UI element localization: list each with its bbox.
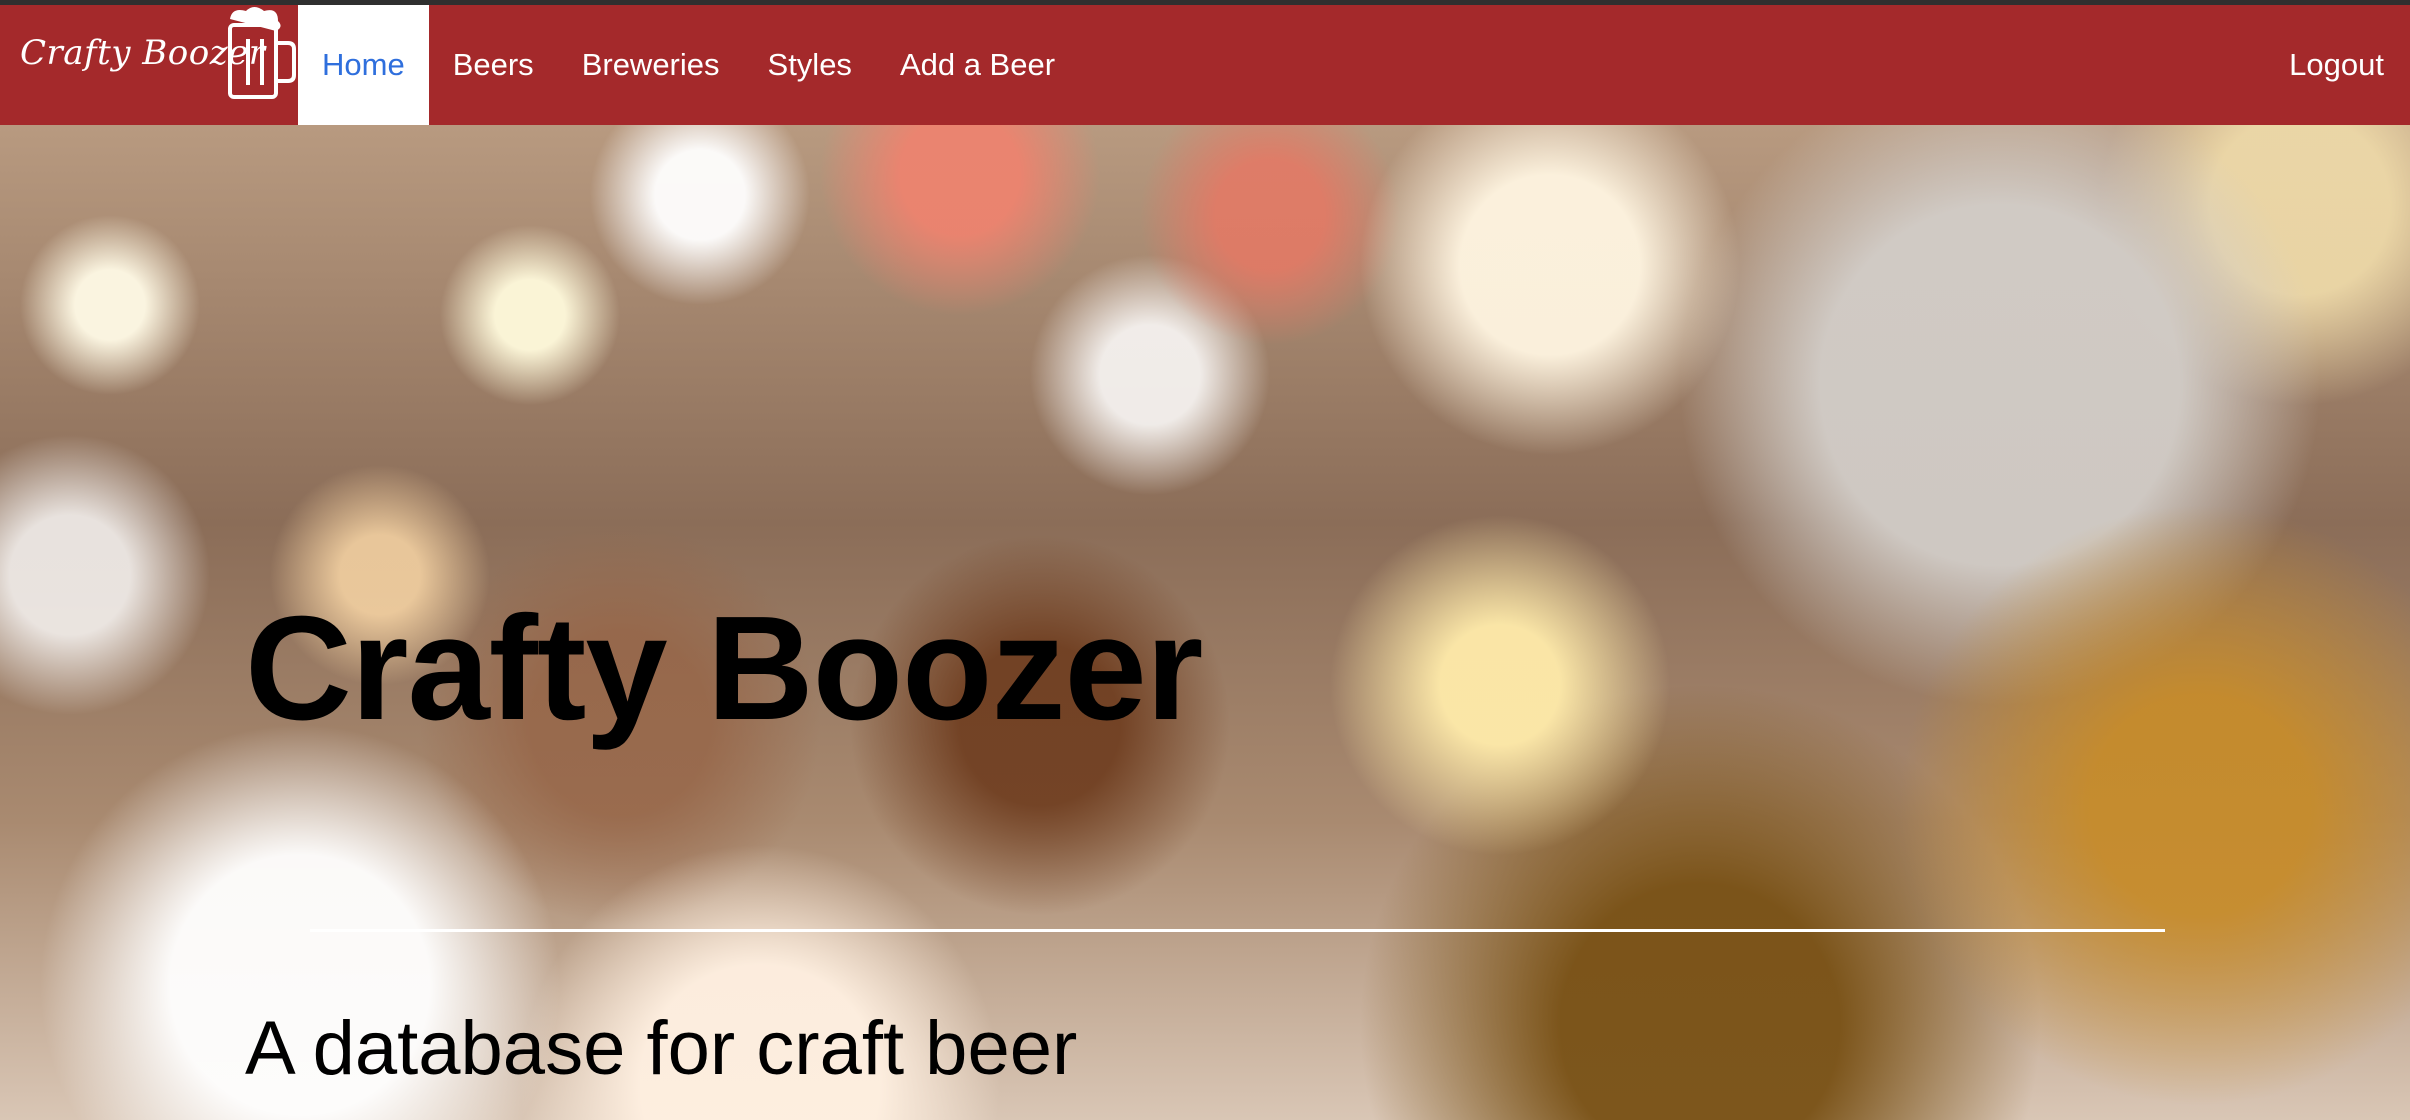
logout-link[interactable]: Logout <box>2289 5 2384 125</box>
nav-links: Home Beers Breweries Styles Add a Beer <box>298 5 1079 125</box>
hero-title: Crafty Boozer <box>245 586 1203 751</box>
navbar: Crafty Boozer Home Beers Breweries Style… <box>0 5 2410 125</box>
hero-content: Crafty Boozer A database for craft beer <box>245 586 2165 1091</box>
nav-breweries[interactable]: Breweries <box>558 5 744 125</box>
brand-logo-link[interactable]: Crafty Boozer <box>0 5 296 125</box>
hero-divider <box>310 929 2165 932</box>
nav-add-beer[interactable]: Add a Beer <box>876 5 1079 125</box>
nav-home[interactable]: Home <box>298 5 429 125</box>
hero-subtitle: A database for craft beer <box>245 1006 1078 1091</box>
nav-styles[interactable]: Styles <box>744 5 876 125</box>
beer-mug-icon <box>228 7 296 99</box>
nav-beers[interactable]: Beers <box>429 5 558 125</box>
hero-banner: Crafty Boozer A database for craft beer <box>0 125 2410 1120</box>
